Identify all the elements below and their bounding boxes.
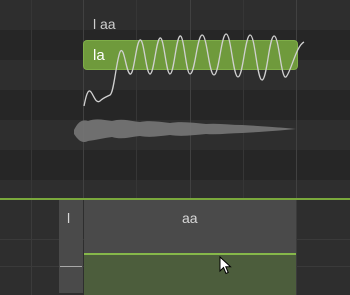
phoneme-track[interactable]: l aa [0, 200, 350, 295]
audio-waveform [74, 119, 296, 143]
pitch-curve [83, 33, 305, 107]
piano-roll-editor[interactable]: l aa la [0, 0, 350, 198]
phoneme-cell-l[interactable] [59, 200, 83, 293]
phoneme-parameter-line[interactable] [60, 266, 82, 267]
waveform-and-pitch-overlay [74, 33, 305, 143]
phoneme-label-aa: aa [182, 210, 198, 226]
grid-line [296, 200, 297, 295]
grid-line [31, 200, 32, 295]
arrow-cursor-icon [219, 256, 232, 275]
phoneme-label-l: l [67, 210, 71, 226]
phoneme-parameter-block[interactable] [84, 253, 296, 295]
